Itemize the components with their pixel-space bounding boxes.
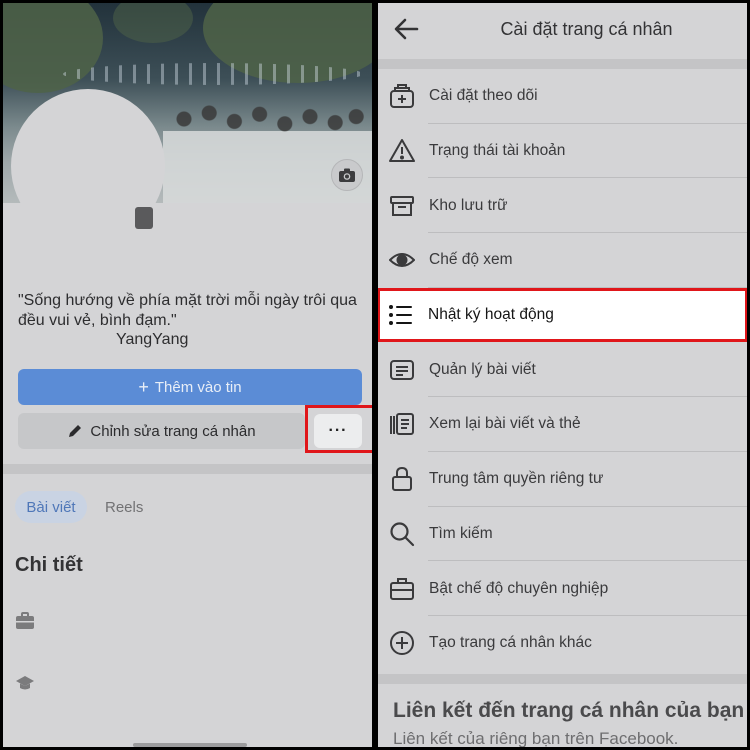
briefcase-icon [16,612,34,629]
menu-item-view-as[interactable]: Chế độ xem [378,233,747,288]
details-heading: Chi tiết [15,554,83,576]
settings-panel: Cài đặt trang cá nhân Cài đặt theo dõi T… [378,3,747,747]
menu-item-label: Tìm kiếm [429,524,493,542]
menu-item-label: Trạng thái tài khoản [429,142,566,160]
profile-panel: "Sống hướng về phía mặt trời mỗi ngày tr… [3,3,372,747]
header-divider [378,59,747,69]
add-to-story-button[interactable]: + Thêm vào tin [18,369,362,405]
home-indicator [133,743,247,747]
review-tags-icon [388,410,416,438]
menu-item-label: Kho lưu trữ [429,196,508,214]
menu-item-review-posts-tags[interactable]: Xem lại bài viết và thẻ [378,397,747,452]
menu-item-account-status[interactable]: Trạng thái tài khoản [378,124,747,179]
warning-icon [388,137,416,165]
page-title: Cài đặt trang cá nhân [500,19,673,39]
tab-reels[interactable]: Reels [105,499,143,516]
menu-item-follow-settings[interactable]: Cài đặt theo dõi [378,69,747,124]
menu-item-label: Quản lý bài viết [429,360,536,378]
pencil-icon [69,425,82,437]
more-options-button[interactable]: ··· [314,414,362,448]
archive-icon [388,192,416,220]
search-icon [388,520,416,548]
edit-profile-button[interactable]: Chỉnh sửa trang cá nhân [18,413,305,449]
avatar-camera-icon[interactable] [135,207,153,229]
menu-item-label: Tạo trang cá nhân khác [429,634,592,652]
profile-bio: "Sống hướng về phía mặt trời mỗi ngày tr… [18,292,357,329]
menu-item-label: Nhật ký hoạt động [428,306,554,324]
section-divider [3,464,372,474]
menu-item-create-profile[interactable]: Tạo trang cá nhân khác [378,616,747,671]
menu-item-manage-posts[interactable]: Quản lý bài viết [378,342,747,398]
list-icon [387,301,415,329]
profile-link-subtitle: Liên kết của riêng bạn trên Facebook. [393,729,679,747]
cover-string-lights [63,63,363,85]
menu-item-archive[interactable]: Kho lưu trữ [378,178,747,234]
menu-item-label: Trung tâm quyền riêng tư [429,470,604,488]
settings-header: Cài đặt trang cá nhân [378,3,747,57]
menu-item-search[interactable]: Tìm kiếm [378,507,747,562]
edit-profile-label: Chỉnh sửa trang cá nhân [90,422,256,440]
menu-item-label: Chế độ xem [429,251,513,269]
eye-icon [388,246,416,274]
menu-item-label: Cài đặt theo dõi [429,87,538,105]
menu-item-label: Bật chế độ chuyên nghiệp [429,579,609,597]
menu-item-label: Xem lại bài viết và thẻ [429,415,581,433]
cover-camera-icon[interactable] [331,159,363,191]
menu-item-privacy-center[interactable]: Trung tâm quyền riêng tư [378,452,747,507]
posts-icon [388,356,416,384]
plus-circle-icon [388,629,416,657]
menu-item-activity-log[interactable]: Nhật ký hoạt động [378,287,747,343]
briefcase-icon [388,575,416,603]
plus-icon: + [138,377,149,397]
graduation-cap-icon [16,676,34,690]
menu-item-professional-mode[interactable]: Bật chế độ chuyên nghiệp [378,561,747,616]
section-divider [378,674,747,684]
follow-settings-icon [388,82,416,110]
profile-bio-author: YangYang [116,331,189,348]
settings-menu: Cài đặt theo dõi Trạng thái tài khoản Kh… [378,69,747,671]
lock-icon [388,465,416,493]
profile-link-heading: Liên kết đến trang cá nhân của bạn [393,699,745,722]
tab-posts[interactable]: Bài viết [15,491,87,523]
add-to-story-label: Thêm vào tin [154,378,242,396]
cover-tree [113,3,193,43]
